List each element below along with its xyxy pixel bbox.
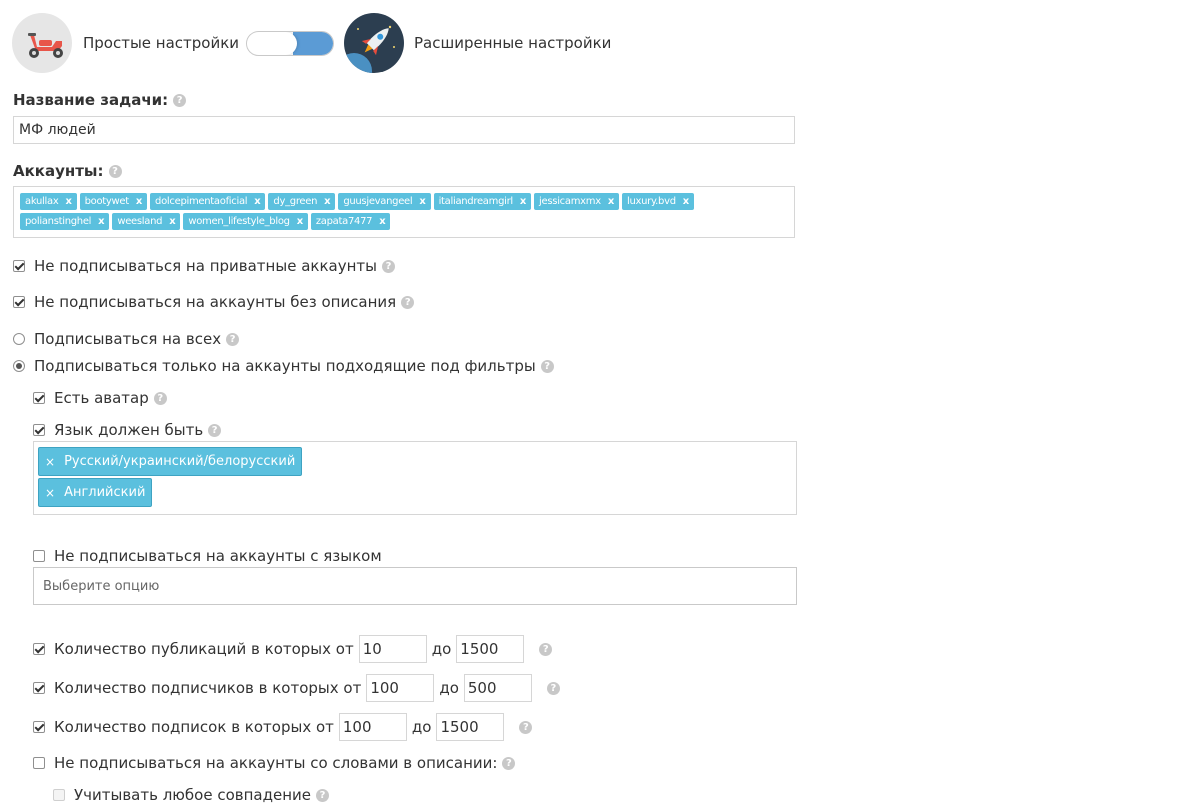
follow-all-option: Подписываться на всех ? xyxy=(13,330,240,348)
posts-count-option: Количество публикаций в которых от 10 до… xyxy=(33,635,553,663)
following-to-input[interactable]: 1500 xyxy=(436,713,505,741)
account-tag[interactable]: women_lifestyle_blog x xyxy=(183,213,308,230)
remove-tag-icon[interactable]: x xyxy=(324,196,330,207)
help-icon[interactable]: ? xyxy=(502,756,516,770)
no-empty-bio-label[interactable]: Не подписываться на аккаунты без описани… xyxy=(34,293,396,311)
following-count-checkbox[interactable] xyxy=(33,721,45,733)
remove-tag-icon[interactable]: x xyxy=(608,196,614,207)
language-select[interactable]: × Русский/украинский/белорусский × Английс… xyxy=(33,441,797,515)
account-tag[interactable]: weesland x xyxy=(112,213,181,230)
help-icon[interactable]: ? xyxy=(173,94,187,107)
help-icon[interactable]: ? xyxy=(401,295,415,309)
help-icon[interactable]: ? xyxy=(519,720,533,734)
help-icon[interactable]: ? xyxy=(539,642,553,656)
no-empty-bio-option: Не подписываться на аккаунты без описани… xyxy=(13,293,415,311)
accounts-label: Аккаунты:? xyxy=(13,162,122,180)
help-icon[interactable]: ? xyxy=(381,259,395,273)
remove-tag-icon[interactable]: x xyxy=(65,196,71,207)
advanced-settings-label[interactable]: Расширенные настройки xyxy=(414,34,611,52)
following-count-option: Количество подписок в которых от 100 до … xyxy=(33,713,533,741)
posts-count-checkbox[interactable] xyxy=(33,643,45,655)
remove-tag-icon[interactable]: × xyxy=(45,486,55,500)
help-icon[interactable]: ? xyxy=(546,681,560,695)
has-avatar-label[interactable]: Есть аватар xyxy=(54,389,149,407)
exclude-language-select[interactable]: Выберите опцию xyxy=(33,567,797,605)
account-tag[interactable]: jessicamxmx x xyxy=(534,193,619,210)
no-private-label[interactable]: Не подписываться на приватные аккаунты xyxy=(34,257,377,275)
follow-filtered-label[interactable]: Подписываться только на аккаунты подходя… xyxy=(34,357,536,375)
help-icon[interactable]: ? xyxy=(108,165,122,178)
follow-filtered-option: Подписываться только на аккаунты подходя… xyxy=(13,357,554,375)
no-private-checkbox[interactable] xyxy=(13,260,25,272)
to-label: до xyxy=(431,640,452,658)
help-icon[interactable]: ? xyxy=(153,391,167,405)
posts-to-input[interactable]: 1500 xyxy=(456,635,525,663)
bio-words-label[interactable]: Не подписываться на аккаунты со словами … xyxy=(54,754,497,772)
rocket-icon[interactable] xyxy=(344,13,404,73)
task-name-input[interactable]: МФ людей xyxy=(13,116,795,144)
any-match-option: Учитывать любое совпадение ? xyxy=(53,786,329,804)
account-tag[interactable]: dolcepimentaoficial x xyxy=(150,193,266,210)
posts-from-input[interactable]: 10 xyxy=(358,635,427,663)
simple-settings-label[interactable]: Простые настройки xyxy=(83,34,239,52)
scooter-icon[interactable] xyxy=(12,13,72,73)
remove-tag-icon[interactable]: x xyxy=(98,216,104,227)
bio-words-checkbox[interactable] xyxy=(33,757,45,769)
account-tag[interactable]: zapata7477 x xyxy=(310,213,391,230)
mode-toggle[interactable] xyxy=(246,31,334,56)
account-tag[interactable]: akullax x xyxy=(20,193,77,210)
account-tag[interactable]: italiandreamgirl x xyxy=(433,193,532,210)
help-icon[interactable]: ? xyxy=(540,359,554,373)
followers-to-input[interactable]: 500 xyxy=(463,674,532,702)
has-avatar-option: Есть аватар ? xyxy=(33,389,167,407)
no-empty-bio-checkbox[interactable] xyxy=(13,296,25,308)
follow-filtered-radio[interactable] xyxy=(13,360,25,372)
help-icon[interactable]: ? xyxy=(208,423,222,437)
any-match-label[interactable]: Учитывать любое совпадение xyxy=(74,786,311,804)
remove-tag-icon[interactable]: x xyxy=(297,216,303,227)
account-tag[interactable]: polianstinghel x xyxy=(20,213,110,230)
remove-tag-icon[interactable]: × xyxy=(45,455,55,469)
no-private-option: Не подписываться на приватные аккаунты ? xyxy=(13,257,395,275)
following-from-input[interactable]: 100 xyxy=(338,713,407,741)
account-tag[interactable]: guusjevangeel x xyxy=(338,193,431,210)
help-icon[interactable]: ? xyxy=(226,332,240,346)
follow-all-label[interactable]: Подписываться на всех xyxy=(34,330,221,348)
remove-tag-icon[interactable]: x xyxy=(254,196,260,207)
account-tag[interactable]: luxury.bvd x xyxy=(621,193,694,210)
bio-words-option: Не подписываться на аккаунты со словами … xyxy=(33,754,516,772)
language-must-be-label[interactable]: Язык должен быть xyxy=(54,421,203,439)
task-name-label: Название задачи:? xyxy=(13,91,187,109)
any-match-checkbox[interactable] xyxy=(53,789,65,801)
language-must-be-checkbox[interactable] xyxy=(33,424,45,436)
followers-count-label[interactable]: Количество подписчиков в которых от xyxy=(54,679,361,697)
account-tag[interactable]: bootywet x xyxy=(79,193,148,210)
exclude-language-option: Не подписываться на аккаунты с языком xyxy=(33,547,382,565)
language-tag[interactable]: × Английский xyxy=(38,478,153,507)
to-label: до xyxy=(439,679,459,697)
language-tag[interactable]: × Русский/украинский/белорусский xyxy=(38,447,303,476)
account-tag[interactable]: dy_green x xyxy=(268,193,336,210)
language-must-be-option: Язык должен быть ? xyxy=(33,421,222,439)
following-count-label[interactable]: Количество подписок в которых от xyxy=(54,718,334,736)
posts-count-label[interactable]: Количество публикаций в которых от xyxy=(54,640,354,658)
follow-all-radio[interactable] xyxy=(13,333,25,345)
help-icon[interactable]: ? xyxy=(316,788,329,802)
toggle-knob[interactable] xyxy=(247,32,297,55)
remove-tag-icon[interactable]: x xyxy=(419,196,425,207)
followers-count-checkbox[interactable] xyxy=(33,682,45,694)
to-label: до xyxy=(411,718,432,736)
followers-count-option: Количество подписчиков в которых от 100 … xyxy=(33,674,560,702)
accounts-tags-input[interactable]: akullax x bootywet x dolcepimentaoficial x … xyxy=(13,186,795,238)
remove-tag-icon[interactable]: x xyxy=(520,196,526,207)
remove-tag-icon[interactable]: x xyxy=(683,196,689,207)
exclude-language-label[interactable]: Не подписываться на аккаунты с языком xyxy=(54,547,382,565)
followers-from-input[interactable]: 100 xyxy=(366,674,435,702)
remove-tag-icon[interactable]: x xyxy=(379,216,385,227)
has-avatar-checkbox[interactable] xyxy=(33,392,45,404)
remove-tag-icon[interactable]: x xyxy=(169,216,175,227)
exclude-language-checkbox[interactable] xyxy=(33,550,45,562)
remove-tag-icon[interactable]: x xyxy=(136,196,142,207)
